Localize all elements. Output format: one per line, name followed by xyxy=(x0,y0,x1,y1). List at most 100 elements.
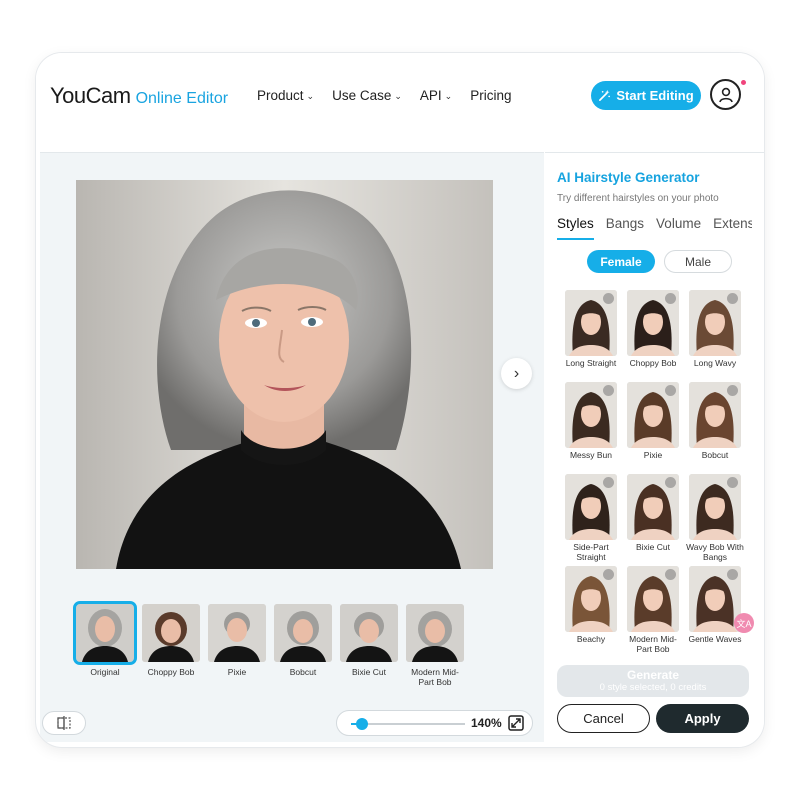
style-label: Long Wavy xyxy=(693,358,737,368)
style-option[interactable]: Choppy Bob xyxy=(627,290,679,379)
nav-pricing[interactable]: Pricing xyxy=(470,88,511,103)
female-button[interactable]: Female xyxy=(587,250,655,273)
chevron-down-icon: ⌄ xyxy=(306,90,315,101)
select-circle-icon[interactable] xyxy=(665,477,676,488)
top-header: YouCam Online Editor Product ⌄ Use Case … xyxy=(36,53,764,151)
style-thumbnail xyxy=(565,474,617,540)
compare-button[interactable] xyxy=(42,711,86,735)
panel-title: AI Hairstyle Generator xyxy=(557,170,700,185)
style-thumbnail xyxy=(627,382,679,448)
result-thumb-image xyxy=(73,601,137,665)
style-option[interactable]: Long Wavy xyxy=(689,290,741,379)
style-label: Side-Part Straight xyxy=(573,542,609,562)
zoom-control: 140% xyxy=(336,710,533,736)
result-strip: Original Choppy Bob Pixie Bobcut Bixie C… xyxy=(73,601,464,688)
style-label: Long Straight xyxy=(565,358,617,368)
select-circle-icon[interactable] xyxy=(603,293,614,304)
style-grid: Long Straight Choppy Bob Long Wavy Messy Bu… xyxy=(565,290,753,658)
result-thumb-bixie-cut[interactable]: Bixie Cut xyxy=(340,604,398,688)
select-circle-icon[interactable] xyxy=(665,385,676,396)
chevron-down-icon: ⌄ xyxy=(444,90,453,101)
tab-volume[interactable]: Volume xyxy=(656,216,701,240)
style-thumbnail xyxy=(565,382,617,448)
result-thumb-original[interactable]: Original xyxy=(73,601,137,688)
result-thumb-image xyxy=(142,604,200,662)
select-circle-icon[interactable] xyxy=(727,385,738,396)
result-thumb-label: Modern Mid-Part Bob xyxy=(411,667,459,687)
style-thumbnail xyxy=(565,566,617,632)
account-button[interactable] xyxy=(710,79,741,110)
style-label: Beachy xyxy=(576,634,606,644)
nav-use-case[interactable]: Use Case ⌄ xyxy=(332,88,402,103)
hairstyle-panel: AI Hairstyle Generator Try different hai… xyxy=(545,152,764,747)
result-thumb-bobcut[interactable]: Bobcut xyxy=(274,604,332,688)
chevron-right-icon: › xyxy=(513,364,520,382)
tab-bangs[interactable]: Bangs xyxy=(606,216,644,240)
select-circle-icon[interactable] xyxy=(603,569,614,580)
panel-subtitle: Try different hairstyles on your photo xyxy=(557,193,719,204)
nav-product[interactable]: Product ⌄ xyxy=(257,88,314,103)
result-thumb-label: Original xyxy=(90,667,120,677)
main-photo xyxy=(76,180,493,569)
next-result-button[interactable]: › xyxy=(501,358,532,389)
style-option[interactable]: Side-Part Straight xyxy=(565,474,617,563)
result-thumb-choppy-bob[interactable]: Choppy Bob xyxy=(142,604,200,688)
style-option[interactable]: Wavy Bob With Bangs xyxy=(686,474,744,563)
tab-extensions[interactable]: Extens xyxy=(713,216,752,240)
result-thumb-image xyxy=(406,604,464,662)
style-option[interactable]: Bixie Cut xyxy=(627,474,679,563)
select-circle-icon[interactable] xyxy=(603,385,614,396)
select-circle-icon[interactable] xyxy=(665,569,676,580)
result-thumb-label: Pixie xyxy=(227,667,247,677)
select-circle-icon[interactable] xyxy=(727,293,738,304)
logo-sub: Online Editor xyxy=(135,90,229,107)
style-option[interactable]: Long Straight xyxy=(565,290,617,379)
generate-label: Generate xyxy=(626,668,680,682)
translate-icon[interactable]: 文A xyxy=(734,613,754,633)
result-thumb-label: Bixie Cut xyxy=(351,667,386,677)
tab-styles[interactable]: Styles xyxy=(557,216,594,240)
start-editing-button[interactable]: Start Editing xyxy=(591,81,701,110)
result-thumb-pixie[interactable]: Pixie xyxy=(208,604,266,688)
cancel-button[interactable]: Cancel xyxy=(557,704,650,733)
zoom-slider[interactable] xyxy=(351,718,465,730)
nav-use-case-label: Use Case xyxy=(332,88,392,103)
style-label: Bobcut xyxy=(701,450,729,460)
style-option[interactable]: Gentle Waves xyxy=(688,566,742,655)
nav-pricing-label: Pricing xyxy=(470,88,512,103)
result-thumb-modern-mid-part-bob[interactable]: Modern Mid-Part Bob xyxy=(406,604,464,688)
style-label: Modern Mid-Part Bob xyxy=(629,634,677,654)
generate-button[interactable]: Generate 0 style selected, 0 credits xyxy=(557,665,749,697)
nav-product-label: Product xyxy=(257,88,304,103)
result-thumb-label: Choppy Bob xyxy=(147,667,195,677)
style-option[interactable]: Messy Bun xyxy=(565,382,617,471)
style-label: Choppy Bob xyxy=(629,358,677,368)
style-label: Messy Bun xyxy=(569,450,613,460)
nav-api[interactable]: API ⌄ xyxy=(420,88,452,103)
logo[interactable]: YouCam Online Editor xyxy=(50,83,228,109)
style-label: Bixie Cut xyxy=(635,542,670,552)
expand-icon[interactable] xyxy=(508,715,524,731)
male-button[interactable]: Male xyxy=(664,250,732,273)
generate-credits: 0 style selected, 0 credits xyxy=(599,682,707,693)
user-icon xyxy=(718,87,733,102)
notification-dot xyxy=(741,80,746,85)
select-circle-icon[interactable] xyxy=(727,477,738,488)
style-option[interactable]: Modern Mid-Part Bob xyxy=(627,566,679,655)
style-label: Wavy Bob With Bangs xyxy=(686,542,744,562)
result-thumb-image xyxy=(208,604,266,662)
gender-toggle: Female Male xyxy=(587,250,732,273)
select-circle-icon[interactable] xyxy=(727,569,738,580)
apply-button[interactable]: Apply xyxy=(656,704,749,733)
style-option[interactable]: Bobcut xyxy=(689,382,741,471)
start-editing-label: Start Editing xyxy=(616,88,694,103)
select-circle-icon[interactable] xyxy=(665,293,676,304)
compare-icon xyxy=(57,716,71,730)
select-circle-icon[interactable] xyxy=(603,477,614,488)
style-option[interactable]: Pixie xyxy=(627,382,679,471)
zoom-slider-handle[interactable] xyxy=(356,718,369,730)
style-thumbnail xyxy=(565,290,617,356)
style-option[interactable]: Beachy xyxy=(565,566,617,655)
style-thumbnail xyxy=(689,382,741,448)
style-thumbnail xyxy=(627,474,679,540)
